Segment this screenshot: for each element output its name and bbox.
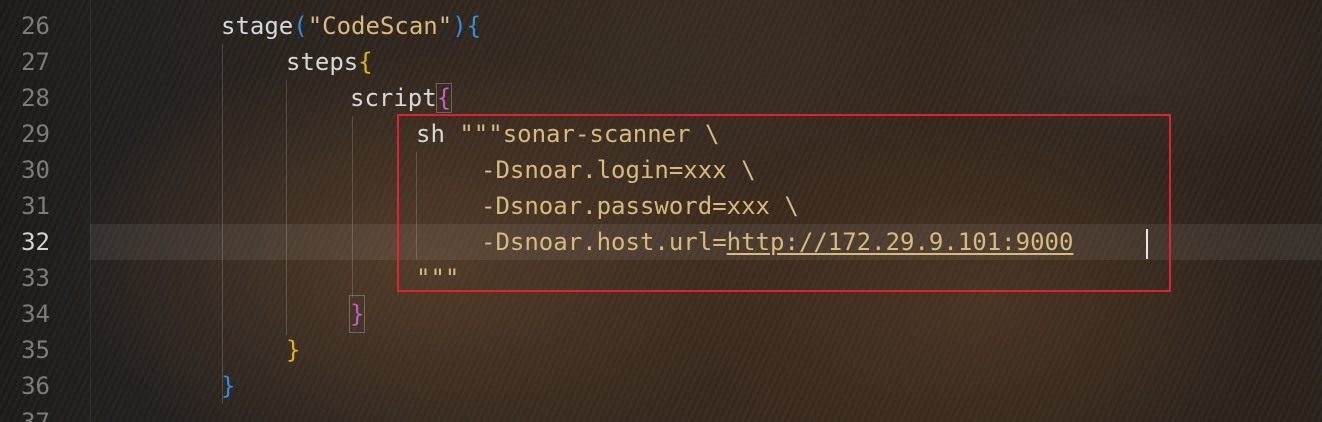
script-keyword: script bbox=[350, 84, 437, 112]
close-brace: } bbox=[286, 336, 301, 364]
close-brace: } bbox=[221, 372, 236, 400]
steps-keyword: steps bbox=[286, 48, 359, 76]
code-text: stage("CodeScan"){ bbox=[221, 8, 481, 44]
code-line[interactable]: 25 bbox=[0, 0, 1322, 8]
open-brace: { bbox=[358, 48, 373, 76]
line-number: 31 bbox=[21, 192, 50, 220]
line-number: 30 bbox=[21, 156, 50, 184]
open-brace: { bbox=[435, 83, 453, 113]
line-number: 34 bbox=[21, 300, 50, 328]
line-number: 35 bbox=[21, 336, 50, 364]
close-paren: ) bbox=[452, 12, 467, 40]
line-number: 33 bbox=[21, 264, 50, 292]
code-line[interactable]: 28 script{ bbox=[0, 80, 1322, 116]
code-text: steps{ bbox=[286, 44, 373, 80]
line-number: 28 bbox=[21, 84, 50, 112]
line-number: 27 bbox=[21, 48, 50, 76]
line-number: 29 bbox=[21, 120, 50, 148]
code-line[interactable]: 34 } bbox=[0, 295, 1322, 333]
line-number: 25 bbox=[0, 0, 50, 8]
code-line[interactable]: 36 } bbox=[0, 368, 1322, 404]
stage-keyword: stage bbox=[221, 12, 294, 40]
line-number: 26 bbox=[21, 12, 50, 40]
stage-name-string: "CodeScan" bbox=[307, 12, 453, 40]
close-brace: } bbox=[348, 295, 366, 333]
code-line[interactable]: 27 steps{ bbox=[0, 44, 1322, 80]
line-number: 37 bbox=[21, 408, 50, 422]
line-number: 36 bbox=[21, 372, 50, 400]
code-editor[interactable]: 25 26 stage("CodeScan"){ 27 steps{ 28 sc… bbox=[0, 0, 1322, 422]
open-brace: { bbox=[466, 12, 482, 40]
code-line[interactable]: 37 bbox=[0, 404, 1322, 422]
code-text: script{ bbox=[350, 80, 453, 116]
open-paren: ( bbox=[293, 12, 308, 40]
code-line[interactable]: 26 stage("CodeScan"){ bbox=[0, 8, 1322, 44]
code-line[interactable]: 35 } bbox=[0, 332, 1322, 368]
annotation-highlight-box bbox=[397, 114, 1171, 292]
line-number: 32 bbox=[21, 228, 50, 256]
